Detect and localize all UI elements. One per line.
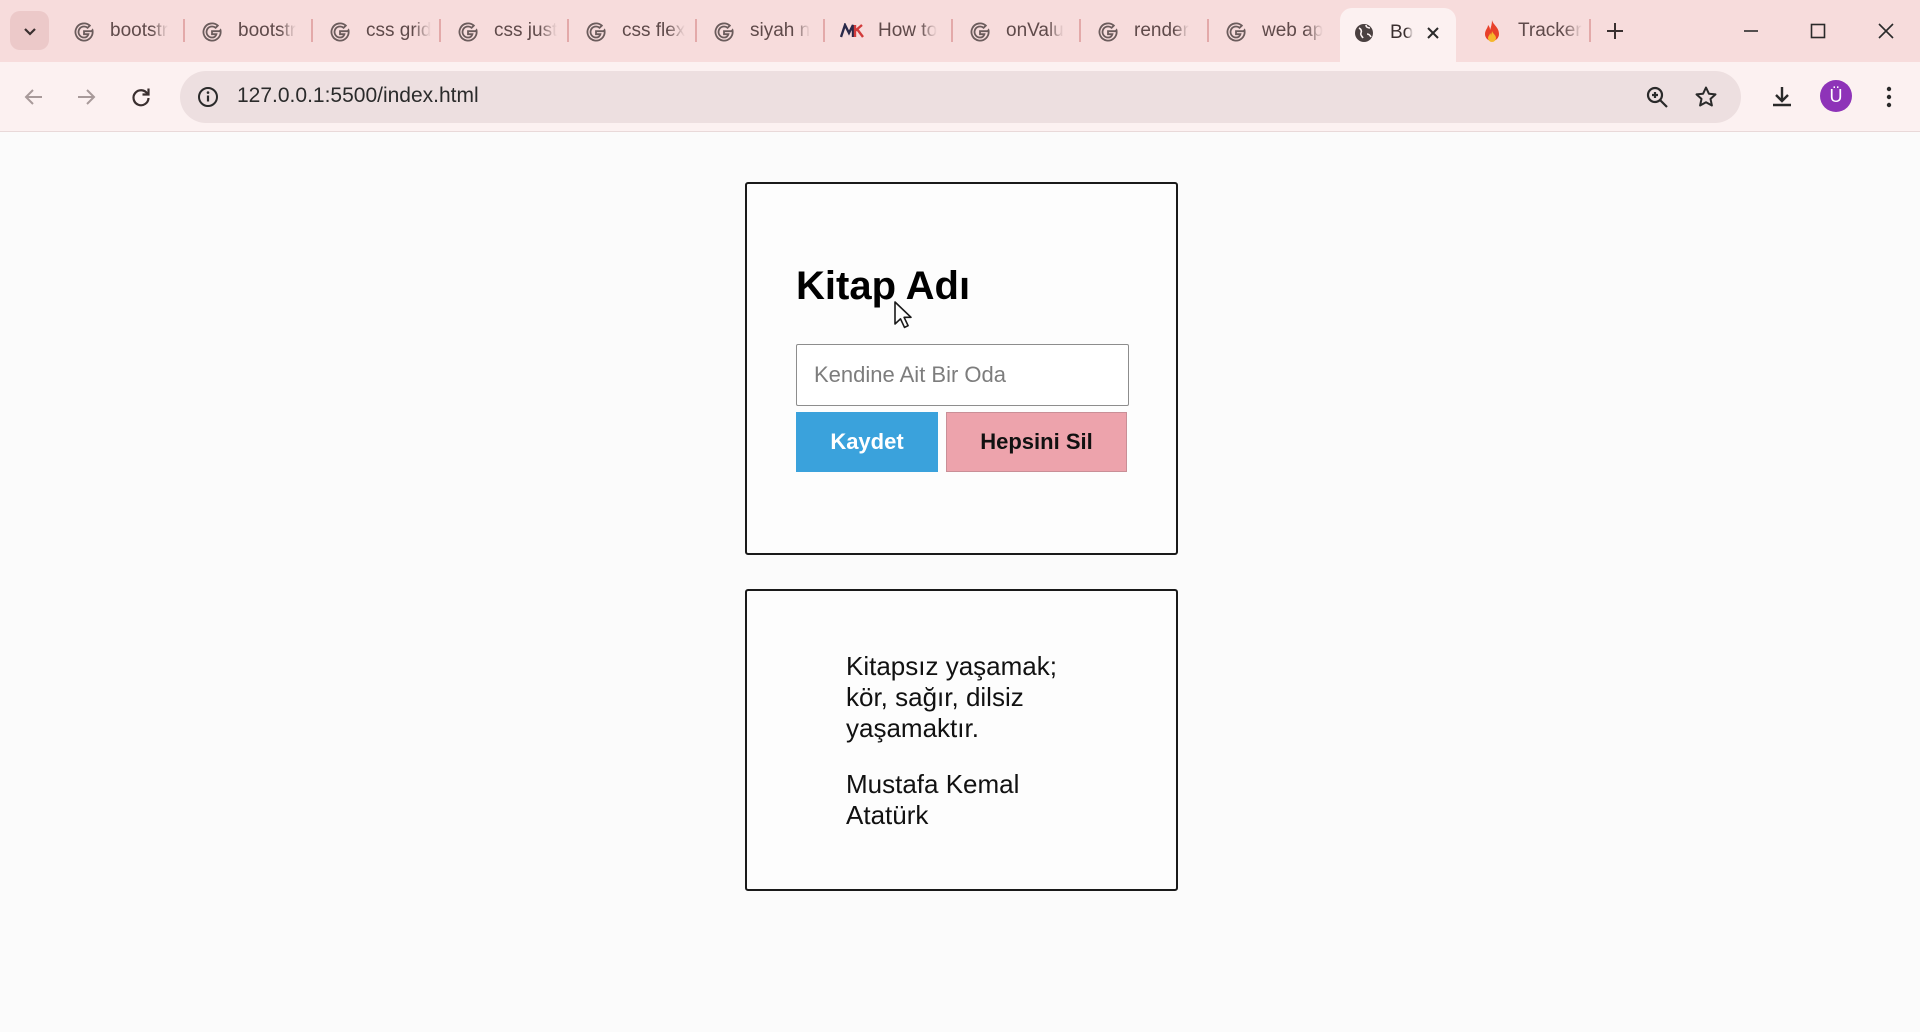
bookmark-star-icon[interactable] xyxy=(1691,82,1721,112)
google-icon xyxy=(456,19,480,43)
google-icon xyxy=(200,19,224,43)
tab-6[interactable]: How to xyxy=(828,12,946,50)
mouse-cursor-icon xyxy=(894,301,912,329)
maximize-icon xyxy=(1810,23,1826,39)
minimize-button[interactable] xyxy=(1718,0,1784,62)
google-icon xyxy=(1224,19,1248,43)
google-icon xyxy=(328,19,352,43)
globe-icon xyxy=(1352,21,1376,45)
tab-2[interactable]: css grid xyxy=(316,12,434,50)
tab-title: css just xyxy=(494,20,558,41)
quote-card: Kitapsız yaşamak; kör, sağır, dilsiz yaş… xyxy=(745,589,1178,891)
close-icon[interactable] xyxy=(1422,22,1444,44)
page-viewport: Kitap Adı Kaydet Hepsini Sil Kitapsız ya… xyxy=(0,133,1920,1032)
close-window-button[interactable] xyxy=(1853,0,1919,62)
clear-all-button[interactable]: Hepsini Sil xyxy=(946,412,1127,472)
google-icon xyxy=(968,19,992,43)
browser-toolbar: 127.0.0.1:5500/index.html Ü xyxy=(0,62,1920,132)
site-info-icon[interactable] xyxy=(193,82,223,112)
save-button[interactable]: Kaydet xyxy=(796,412,938,472)
url-text[interactable]: 127.0.0.1:5500/index.html xyxy=(237,84,479,108)
profile-avatar[interactable]: Ü xyxy=(1820,80,1852,112)
tab-0[interactable]: bootstr xyxy=(60,12,178,50)
minimize-icon xyxy=(1744,30,1758,32)
maximize-button[interactable] xyxy=(1785,0,1851,62)
google-icon xyxy=(712,19,736,43)
zoom-icon[interactable] xyxy=(1642,82,1672,112)
tab-7[interactable]: onValu xyxy=(956,12,1074,50)
kebab-menu-icon xyxy=(1886,86,1892,108)
tab-9[interactable]: web ap xyxy=(1212,12,1330,50)
tab-title: How to xyxy=(878,20,938,41)
tab-title: web ap xyxy=(1262,20,1324,41)
google-icon xyxy=(584,19,608,43)
forward-button[interactable] xyxy=(66,77,106,117)
back-button[interactable] xyxy=(14,77,54,117)
arrow-right-icon xyxy=(78,89,96,105)
tab-5[interactable]: siyah n xyxy=(700,12,818,50)
close-icon xyxy=(1878,23,1894,39)
tab-11[interactable]: Tracker xyxy=(1468,12,1586,50)
tab-title: onValu xyxy=(1006,20,1064,41)
tab-title: bootstr xyxy=(110,20,169,41)
tab-title: bootstr xyxy=(238,20,297,41)
flame-icon xyxy=(1480,19,1504,43)
download-icon xyxy=(1773,87,1791,107)
plus-icon xyxy=(1607,23,1623,39)
tab-8[interactable]: render xyxy=(1084,12,1202,50)
tab-title: render xyxy=(1134,20,1189,41)
reload-button[interactable] xyxy=(121,77,161,117)
tab-title: css flex xyxy=(622,20,686,41)
tab-10-active[interactable]: Bo xyxy=(1340,8,1456,62)
book-name-input[interactable] xyxy=(796,344,1129,406)
arrow-left-icon xyxy=(24,89,42,105)
tab-title: Bo xyxy=(1390,22,1414,43)
tab-title: siyah n xyxy=(750,20,811,41)
new-tab-button[interactable] xyxy=(1598,14,1632,48)
address-bar[interactable]: 127.0.0.1:5500/index.html xyxy=(180,71,1741,123)
google-icon xyxy=(1096,19,1120,43)
quote-author: Mustafa Kemal Atatürk xyxy=(846,769,1020,830)
chevron-down-icon xyxy=(23,27,36,36)
downloads-button[interactable] xyxy=(1762,77,1802,117)
google-icon xyxy=(72,19,96,43)
tab-search-button[interactable] xyxy=(10,11,49,50)
tab-strip: bootstr bootstr css grid css just css fl… xyxy=(0,0,1920,62)
form-title: Kitap Adı xyxy=(796,264,971,308)
tab-4[interactable]: css flex xyxy=(572,12,690,50)
tab-3[interactable]: css just xyxy=(444,12,562,50)
tab-title: Tracker xyxy=(1518,20,1582,41)
reload-icon xyxy=(132,88,150,107)
mk-icon xyxy=(840,19,864,43)
quote-text: Kitapsız yaşamak; kör, sağır, dilsiz yaş… xyxy=(846,651,1057,743)
tab-title: css grid xyxy=(366,20,432,41)
book-form-card: Kitap Adı Kaydet Hepsini Sil xyxy=(745,182,1178,555)
tab-1[interactable]: bootstr xyxy=(188,12,306,50)
menu-button[interactable] xyxy=(1869,77,1909,117)
